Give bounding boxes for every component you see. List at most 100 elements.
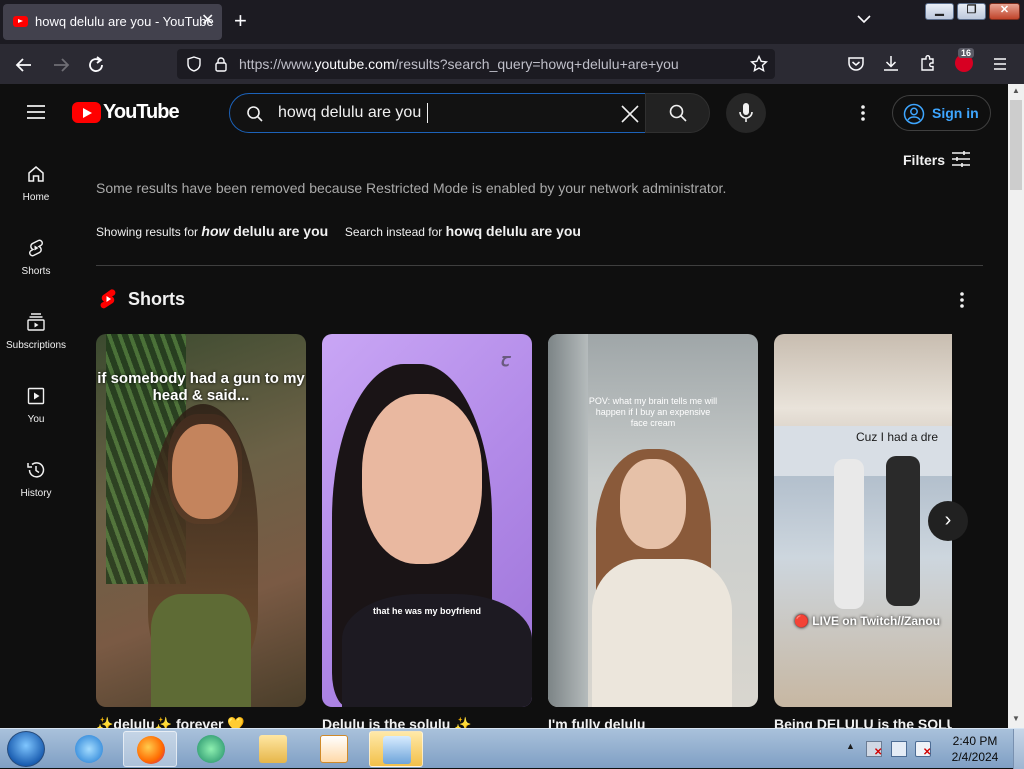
taskbar-firefox[interactable] [123,731,177,767]
short-overlay-caption-top: Cuz I had a dre [856,430,939,444]
search-instead-label: Search instead for [344,225,443,239]
taskbar-control-panel[interactable] [369,731,423,767]
sidebar-item-subscriptions[interactable]: Subscriptions [0,310,72,384]
sign-in-label: Sign in [932,105,979,121]
forward-arrow-icon[interactable] [51,55,71,75]
firefox-icon [137,736,165,764]
sidebar-item-you[interactable]: You [0,384,72,458]
shorts-logo-icon [100,289,116,309]
media-player-icon [320,735,348,763]
sidebar-item-shorts[interactable]: Shorts [0,236,72,310]
shelf-next-arrow-button[interactable]: › [928,501,968,541]
clock-date: 2/4/2024 [951,750,999,764]
browser-tab-bar: howq delulu are you - YouTube ✕ + ▁ ❐ ✕ [0,0,1024,44]
window-minimize-button[interactable]: ▁ [925,3,954,20]
start-button-windows-logo-icon[interactable] [7,731,45,767]
subscriptions-icon [27,313,45,331]
browser-nav-bar: https://www.youtube.com/results?search_q… [0,44,1024,84]
youtube-logo-icon[interactable] [72,102,101,123]
youtube-page: YouTube howq delulu are you Sign in Home… [0,84,1008,728]
filters-button[interactable]: Filters [903,152,945,168]
short-title[interactable]: I'm fully delulu [548,716,758,728]
list-all-tabs-chevron-icon[interactable] [856,11,872,27]
short-overlay-caption: POV: what my brain tells me will happen … [588,396,718,428]
page-scrollbar[interactable]: ▲ ▼ [1008,84,1024,728]
url-text[interactable]: https://www.youtube.com/results?search_q… [239,56,679,72]
downloads-icon[interactable] [882,54,900,72]
tab-close-button[interactable]: ✕ [201,10,214,30]
corrected-word: how [201,223,230,239]
scroll-down-arrow-icon[interactable]: ▼ [1008,714,1024,723]
short-thumbnail[interactable]: if somebody had a gun to my head & said.… [96,334,306,707]
short-title[interactable]: Being DELULU is the SOLULU [774,716,952,728]
taskbar-media-player[interactable] [307,731,361,767]
voice-search-button[interactable] [726,93,766,133]
extensions-puzzle-icon[interactable] [919,54,937,72]
green-globe-app-icon [197,735,225,763]
bookmark-star-icon[interactable] [750,55,768,73]
url-domain: youtube.com [314,56,395,72]
youtube-favicon-icon [13,16,28,27]
clear-search-icon[interactable] [620,104,640,124]
sidebar-item-label: You [27,414,45,425]
window-maximize-button[interactable]: ❐ [957,3,986,20]
sidebar-item-history[interactable]: History [0,458,72,532]
microphone-icon [739,103,753,122]
restricted-mode-notice: Some results have been removed because R… [96,180,727,196]
short-title[interactable]: Delulu is the solulu ✨ [322,716,532,728]
home-icon [28,166,44,182]
history-icon [27,462,45,478]
shelf-more-kebab-icon[interactable] [954,290,970,310]
sidebar-item-label: Subscriptions [5,340,67,351]
new-tab-button[interactable]: + [234,8,247,34]
address-bar[interactable]: https://www.youtube.com/results?search_q… [177,49,775,79]
network-icon[interactable] [891,741,907,757]
url-prefix: https://www. [239,56,315,72]
system-clock[interactable]: 2:40 PM 2/4/2024 [940,733,1010,765]
tracking-protection-shield-icon[interactable] [186,56,202,72]
sign-in-button[interactable]: Sign in [892,95,991,131]
search-icon [247,106,263,122]
short-thumbnail[interactable]: Cuz I had a dre 🔴 LIVE on Twitch//Zanou [774,334,952,707]
short-overlay-caption-bottom: 🔴 LIVE on Twitch//Zanou [794,614,941,628]
restore-icon: ❐ [966,4,977,16]
youtube-logo-text[interactable]: YouTube [103,101,180,124]
taskbar-app-green[interactable] [184,731,238,767]
back-arrow-icon[interactable] [14,55,34,75]
settings-kebab-icon[interactable] [855,103,871,123]
show-desktop-button[interactable] [1013,729,1024,769]
search-button[interactable] [645,93,710,133]
short-thumbnail[interactable]: ꞇ that he was my boyfriend [322,334,532,707]
sidebar-item-label: Shorts [21,266,51,277]
sidebar-item-home[interactable]: Home [0,162,72,236]
taskbar-file-explorer[interactable] [246,731,300,767]
taskbar-internet-explorer[interactable] [62,731,116,767]
search-input[interactable]: howq delulu are you [229,93,646,133]
corrected-query-link[interactable]: how delulu are you [201,223,328,239]
sidebar-item-label: Home [22,192,50,203]
action-center-flag-icon[interactable]: ✕ [866,741,882,758]
url-path: /results?search_query=howq+delulu+are+yo… [394,56,679,72]
internet-explorer-icon [75,735,103,763]
pocket-icon[interactable] [847,55,865,73]
spelling-correction: Showing results for how delulu are you S… [96,223,581,239]
you-library-icon [27,387,45,405]
tab-title: howq delulu are you - YouTube [35,14,214,29]
volume-muted-icon[interactable]: ✕ [915,741,931,758]
show-hidden-icons-arrow-icon[interactable]: ▲ [846,741,855,751]
reload-icon[interactable] [86,55,106,75]
short-title[interactable]: ✨delulu✨ forever 💛 [96,716,306,728]
guide-menu-icon[interactable] [26,102,46,122]
filter-sliders-icon[interactable] [951,150,971,168]
browser-tab-active[interactable]: howq delulu are you - YouTube ✕ [3,4,222,40]
window-close-button[interactable]: ✕ [989,3,1020,20]
scroll-up-arrow-icon[interactable]: ▲ [1008,86,1024,95]
hamburger-menu-icon[interactable] [991,55,1009,73]
tiktok-watermark-icon: ꞇ [500,350,509,370]
section-divider [96,265,983,266]
sidebar-item-label: History [20,488,52,499]
short-thumbnail[interactable]: POV: what my brain tells me will happen … [548,334,758,707]
original-query-link[interactable]: howq delulu are you [446,223,581,239]
padlock-icon[interactable] [213,56,229,72]
scrollbar-thumb[interactable] [1010,100,1022,190]
